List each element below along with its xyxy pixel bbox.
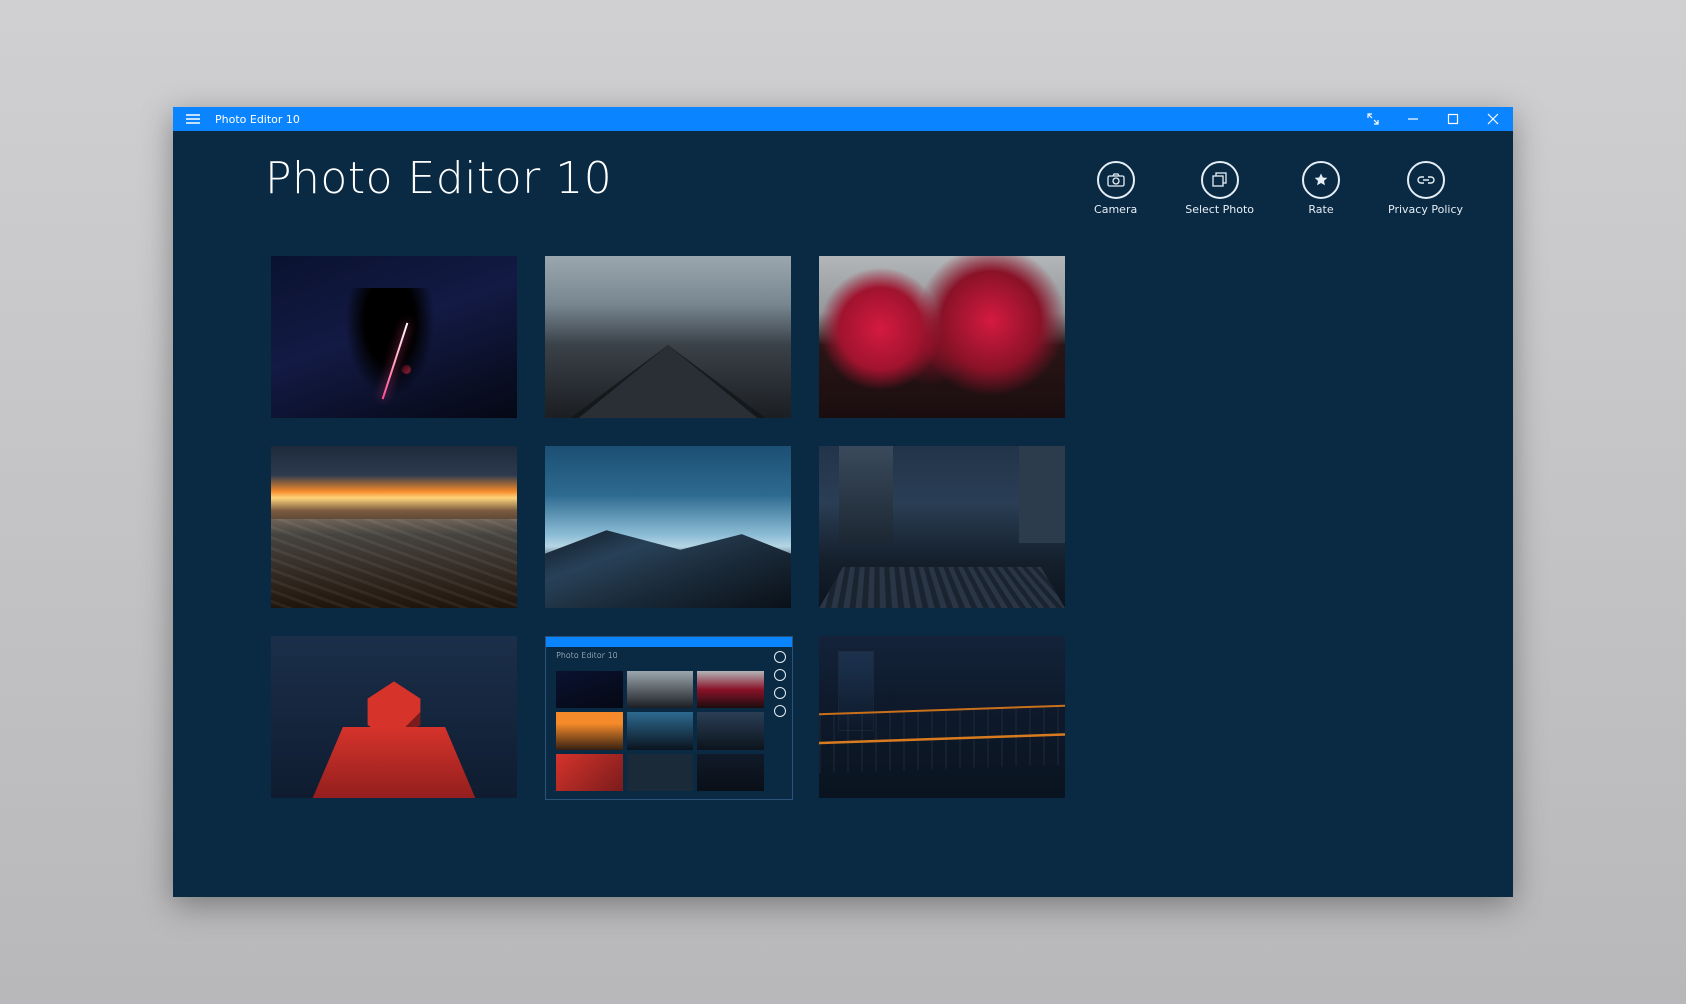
preview-title: Photo Editor 10 xyxy=(556,651,618,660)
titlebar-app-name: Photo Editor 10 xyxy=(213,113,300,126)
photo-thumbnail[interactable] xyxy=(271,256,517,418)
body: Photo Editor 10 xyxy=(173,216,1513,897)
header: Photo Editor 10 Camera xyxy=(173,131,1513,216)
photo-thumbnail[interactable] xyxy=(819,256,1065,418)
photo-thumbnail[interactable] xyxy=(271,636,517,798)
maximize-icon xyxy=(1447,113,1459,125)
minimize-button[interactable] xyxy=(1393,107,1433,131)
camera-action[interactable]: Camera xyxy=(1094,161,1137,216)
close-icon xyxy=(1487,113,1499,125)
select-photo-action[interactable]: Select Photo xyxy=(1185,161,1254,216)
preview-mini-grid xyxy=(556,671,764,791)
privacy-label: Privacy Policy xyxy=(1388,203,1463,216)
app-window: Photo Editor 10 Photo Editor 10 xyxy=(173,107,1513,897)
header-actions: Camera Select Photo Rate xyxy=(1094,157,1463,216)
preview-titlebar xyxy=(546,637,792,647)
photo-grid: Photo Editor 10 xyxy=(271,256,1463,800)
photo-thumbnail[interactable] xyxy=(545,446,791,608)
camera-label: Camera xyxy=(1094,203,1137,216)
select-photo-label: Select Photo xyxy=(1185,203,1254,216)
photo-thumbnail[interactable]: Photo Editor 10 xyxy=(545,636,793,800)
preview-action-icons xyxy=(774,651,786,717)
fullscreen-button[interactable] xyxy=(1353,107,1393,131)
close-button[interactable] xyxy=(1473,107,1513,131)
photo-thumbnail[interactable] xyxy=(819,446,1065,608)
minimize-icon xyxy=(1407,113,1419,125)
maximize-button[interactable] xyxy=(1433,107,1473,131)
select-photo-icon xyxy=(1201,161,1239,199)
photo-thumbnail[interactable] xyxy=(819,636,1065,798)
rate-action[interactable]: Rate xyxy=(1302,161,1340,216)
camera-icon xyxy=(1097,161,1135,199)
star-icon xyxy=(1302,161,1340,199)
photo-thumbnail[interactable] xyxy=(271,446,517,608)
page-title: Photo Editor 10 xyxy=(265,157,612,201)
rate-label: Rate xyxy=(1308,203,1333,216)
hamburger-button[interactable] xyxy=(173,107,213,131)
privacy-action[interactable]: Privacy Policy xyxy=(1388,161,1463,216)
fullscreen-icon xyxy=(1367,113,1379,125)
link-icon xyxy=(1407,161,1445,199)
photo-thumbnail[interactable] xyxy=(545,256,791,418)
titlebar: Photo Editor 10 xyxy=(173,107,1513,131)
menu-icon xyxy=(186,114,200,124)
